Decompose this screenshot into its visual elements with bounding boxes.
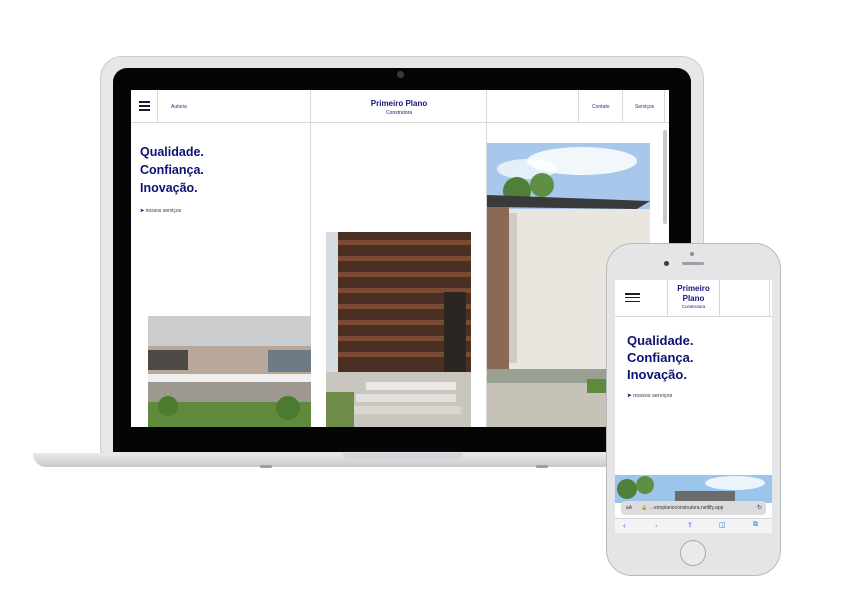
menu-icon[interactable]: [139, 101, 150, 111]
brand-title: Primeiro Plano: [668, 284, 719, 304]
phone-screen: Primeiro Plano Construtora Qualidade. Co…: [615, 280, 772, 533]
mobile-house-photo: [615, 475, 772, 503]
hero-headline: Qualidade. Confiança. Inovação.: [140, 143, 204, 197]
nav-divider: [578, 90, 579, 123]
laptop-foot: [260, 465, 272, 468]
url-text: …eiroplanoconstrutora.netlify.app: [649, 505, 724, 511]
phone-home-button[interactable]: [680, 540, 706, 566]
share-icon[interactable]: ⇪: [687, 521, 693, 529]
nav-link-autoria[interactable]: Autoria: [171, 104, 187, 110]
laptop-camera: [397, 71, 404, 78]
headline-line: Confiança.: [627, 350, 694, 365]
mobile-services-link[interactable]: ➤ nossos serviços: [627, 393, 672, 399]
house-photo-1: [148, 316, 311, 427]
address-bar[interactable]: aA 🔒 …eiroplanoconstrutora.netlify.app ↻: [621, 501, 766, 515]
forward-icon[interactable]: ›: [655, 521, 658, 530]
laptop-screen: Autoria Primeiro Plano Construtora Conta…: [131, 90, 669, 427]
tabs-icon[interactable]: ⧉: [753, 521, 758, 529]
nav-link-servicos[interactable]: Serviços: [635, 104, 654, 110]
headline-line: Confiança.: [140, 163, 204, 177]
brand-title-line: Plano: [682, 294, 705, 303]
scrollbar[interactable]: [663, 130, 667, 224]
browser-toolbar: ‹ › ⇪ ◫ ⧉: [615, 518, 772, 533]
lock-icon: 🔒: [641, 505, 648, 511]
site-header: Autoria Primeiro Plano Construtora Conta…: [131, 90, 669, 427]
laptop-notch: [343, 453, 463, 460]
reload-icon[interactable]: ↻: [757, 504, 762, 511]
mobile-hero-headline: Qualidade. Confiança. Inovação.: [627, 332, 693, 383]
phone-sensor: [690, 252, 694, 256]
mobile-site-logo[interactable]: Primeiro Plano Construtora: [667, 280, 720, 316]
brand-subtitle: Construtora: [385, 110, 413, 116]
headline-line: Qualidade.: [627, 333, 694, 348]
nav-divider: [157, 90, 158, 123]
phone-camera: [664, 261, 669, 266]
brand-subtitle: Construtora: [681, 304, 706, 309]
text-size-button[interactable]: aA: [626, 505, 632, 511]
laptop-foot: [536, 465, 548, 468]
mobile-header-border: [615, 316, 772, 317]
services-link-label: nossos serviços: [145, 208, 182, 214]
nav-divider: [622, 90, 623, 123]
nav-link-contato[interactable]: Contato: [592, 104, 610, 110]
arrow-icon: ➤: [140, 208, 145, 214]
house-photo-2: [326, 232, 471, 427]
menu-icon[interactable]: [625, 293, 640, 303]
back-icon[interactable]: ‹: [623, 521, 626, 530]
arrow-icon: ➤: [627, 393, 632, 399]
headline-line: Inovação.: [140, 181, 198, 195]
nav-divider: [769, 280, 770, 316]
brand-title-line: Primeiro: [677, 284, 710, 293]
phone-speaker: [682, 262, 704, 265]
bookmarks-icon[interactable]: ◫: [719, 521, 726, 529]
brand-title: Primeiro Plano: [370, 99, 428, 108]
services-link-label: nossos serviços: [633, 393, 673, 399]
headline-line: Inovação.: [627, 367, 687, 382]
services-link[interactable]: ➤ nossos serviços: [140, 208, 181, 214]
headline-line: Qualidade.: [140, 145, 204, 159]
nav-divider: [664, 90, 665, 123]
